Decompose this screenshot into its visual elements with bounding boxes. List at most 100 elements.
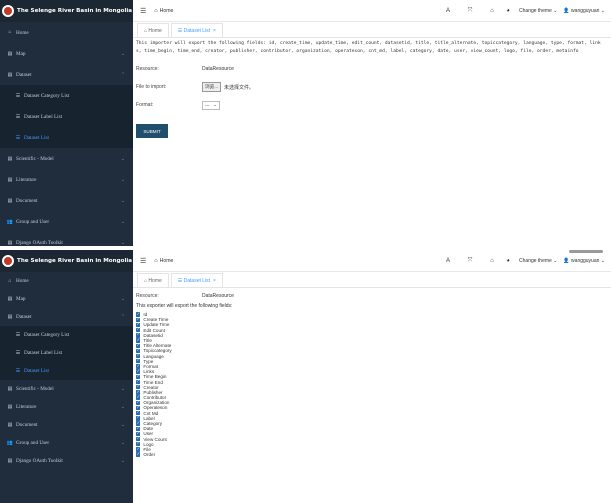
change-theme-button[interactable]: Change theme ⌄ [519, 8, 557, 14]
tabs-bar: ⌂ Home ☰ Dataset List × [133, 272, 611, 288]
fields-intro: This exporter will export the following … [136, 303, 233, 309]
sidebar-item-scientific-model[interactable]: ▤ Scientific - Model ⌄ [0, 148, 133, 169]
toolbar-right: A ⤧ ⌂ ◕ Change theme ⌄ 👤 wangguyuan ⌄ [437, 250, 605, 272]
dataset-icon: ▤ [7, 315, 13, 320]
checkbox-checked-icon[interactable]: ✓ [136, 452, 141, 457]
close-icon[interactable]: × [213, 278, 216, 284]
font-size-icon[interactable]: A [437, 8, 459, 14]
sidebar-item-document[interactable]: ▤ Document ⌄ [0, 416, 133, 434]
chevron-down-icon: ⌄ [120, 51, 125, 57]
sidebar-item-label: Scientific - Model [16, 386, 54, 392]
checkbox-checked-icon[interactable]: ✓ [136, 332, 141, 338]
sidebar-item-dataset[interactable]: ▤ Dataset ⌃ [0, 308, 133, 326]
menu-toggle-icon[interactable]: ☰ [140, 257, 146, 265]
resource-label: Resource: [136, 293, 159, 299]
format-row: Format: --- ⌄ [136, 100, 608, 110]
chevron-down-icon: ⌄ [120, 405, 125, 410]
sidebar-item-dataset-category-list[interactable]: ☰ Dataset Category List [0, 85, 133, 106]
sidebar-item-literature[interactable]: ▤ Literature ⌄ [0, 169, 133, 190]
users-icon: 👥 [6, 441, 14, 446]
change-theme-button[interactable]: Change theme ⌄ [519, 258, 557, 264]
sidebar-item-home[interactable]: ⌂ Home [0, 22, 133, 43]
checkbox-checked-icon[interactable]: ✓ [136, 384, 141, 390]
tab-label: Home [148, 27, 162, 34]
field-label: Order [143, 452, 156, 458]
top-bar: ☰ ⌂ Home A ⤧ ⌂ ◕ Change theme ⌄ 👤 wanggu… [133, 250, 611, 272]
resource-row: Resource: DataResource [136, 292, 608, 300]
close-icon[interactable]: × [213, 28, 216, 34]
list-icon: ☰ [15, 93, 21, 99]
chevron-down-icon: ⌄ [120, 387, 125, 392]
home-icon[interactable]: ⌂ [481, 258, 503, 264]
sidebar-item-dataset-category-list[interactable]: ☰ Dataset Category List [0, 326, 133, 344]
sidebar-item-literature[interactable]: ▤ Literature ⌄ [0, 398, 133, 416]
user-name: wangguyuan [571, 8, 600, 14]
home-icon: ⌂ [8, 30, 12, 35]
tab-home[interactable]: ⌂ Home [137, 23, 169, 37]
logo-icon [2, 255, 14, 267]
tabs-bar: ⌂ Home ☰ Dataset List × [133, 22, 611, 38]
format-select[interactable]: --- ⌄ [202, 100, 220, 110]
sidebar-item-django-oauth-toolkit[interactable]: ▤ Django OAuth Toolkit ⌄ [0, 452, 133, 470]
sidebar-item-document[interactable]: ▤ Document ⌄ [0, 190, 133, 211]
sidebar: The Selenge River Basin in Mongolia Admi… [0, 0, 154, 246]
checkbox-checked-icon[interactable]: ✓ [136, 415, 141, 421]
submit-button[interactable]: SUBMIT [136, 124, 168, 138]
grid-icon: ▤ [7, 387, 13, 392]
logo-icon [2, 5, 14, 17]
grid-icon: ▤ [7, 405, 13, 410]
sidebar-item-group-and-user[interactable]: 👥 Group and User ⌄ [0, 434, 133, 452]
top-bar: ☰ ⌂ Home A ⤧ ⌂ ◕ Change theme ⌄ 👤 wanggu… [133, 0, 611, 22]
checkbox-checked-icon[interactable]: ✓ [136, 447, 141, 452]
sidebar-item-map[interactable]: ▤ Map ⌄ [0, 290, 133, 308]
checkbox-checked-icon[interactable]: ✓ [136, 364, 141, 369]
resource-label: Resource: [136, 66, 159, 72]
checkbox-checked-icon[interactable]: ✓ [136, 390, 141, 395]
sidebar-item-dataset-label-list[interactable]: ☰ Dataset Label List [0, 106, 133, 127]
palette-icon[interactable]: ◕ [503, 258, 513, 264]
sidebar: The Selenge River Basin in Mongolia Admi… [0, 250, 154, 503]
sidebar-item-dataset[interactable]: ▤ Dataset ⌃ [0, 64, 133, 85]
file-status: 未选择文件。 [224, 84, 255, 91]
breadcrumb[interactable]: Home [160, 258, 174, 264]
chevron-up-icon: ⌃ [120, 315, 125, 320]
sidebar-item-dataset-list[interactable]: ☰ Dataset List [0, 362, 133, 380]
home-icon: ⌂ [154, 7, 158, 14]
chevron-up-icon: ⌃ [120, 72, 125, 78]
sidebar-item-scientific-model[interactable]: ▤ Scientific - Model ⌄ [0, 380, 133, 398]
tab-dataset-list[interactable]: ☰ Dataset List × [170, 273, 223, 287]
tab-dataset-list[interactable]: ☰ Dataset List × [170, 23, 223, 37]
sidebar-item-label: Dataset [16, 314, 32, 320]
grid-icon: ▤ [7, 156, 13, 162]
user-menu[interactable]: 👤 wangguyuan ⌄ [563, 258, 605, 264]
tab-home[interactable]: ⌂ Home [137, 273, 169, 287]
tab-label: Dataset List [183, 27, 211, 34]
sidebar-item-django-oauth-toolkit[interactable]: ▤ Django OAuth Toolkit ⌄ [0, 232, 133, 246]
browse-button[interactable]: 浏览... [202, 82, 222, 92]
checkbox-checked-icon[interactable]: ✓ [136, 358, 141, 364]
map-icon: ▤ [7, 297, 13, 302]
sidebar-item-home[interactable]: ⌂ Home [0, 272, 133, 290]
sidebar-item-dataset-list[interactable]: ☰ Dataset List [0, 127, 133, 148]
sidebar-item-group-and-user[interactable]: 👥 Group and User ⌄ [0, 211, 133, 232]
change-theme-label: Change theme [519, 8, 552, 14]
resource-value: DataResource [202, 293, 234, 299]
home-icon[interactable]: ⌂ [481, 8, 503, 14]
chevron-down-icon: ⌄ [120, 459, 125, 464]
grid-icon: ▤ [7, 177, 13, 183]
users-icon: 👥 [6, 219, 14, 225]
format-select-value: --- [205, 102, 210, 108]
sidebar-item-label: Home [16, 29, 29, 36]
menu-toggle-icon[interactable]: ☰ [140, 7, 146, 15]
font-size-icon[interactable]: A [437, 258, 459, 264]
user-menu[interactable]: 👤 wangguyuan ⌄ [563, 8, 605, 14]
fullscreen-icon[interactable]: ⤧ [459, 8, 481, 15]
field-checkbox-row[interactable]: ✓ Order [136, 452, 608, 457]
sidebar-item-dataset-label-list[interactable]: ☰ Dataset Label List [0, 344, 133, 362]
palette-icon[interactable]: ◕ [503, 8, 513, 14]
user-name: wangguyuan [571, 258, 600, 264]
fullscreen-icon[interactable]: ⤧ [459, 258, 481, 265]
breadcrumb[interactable]: Home [160, 8, 174, 14]
checkbox-checked-icon[interactable]: ✓ [136, 441, 141, 447]
sidebar-item-map[interactable]: ▤ Map ⌄ [0, 43, 133, 64]
